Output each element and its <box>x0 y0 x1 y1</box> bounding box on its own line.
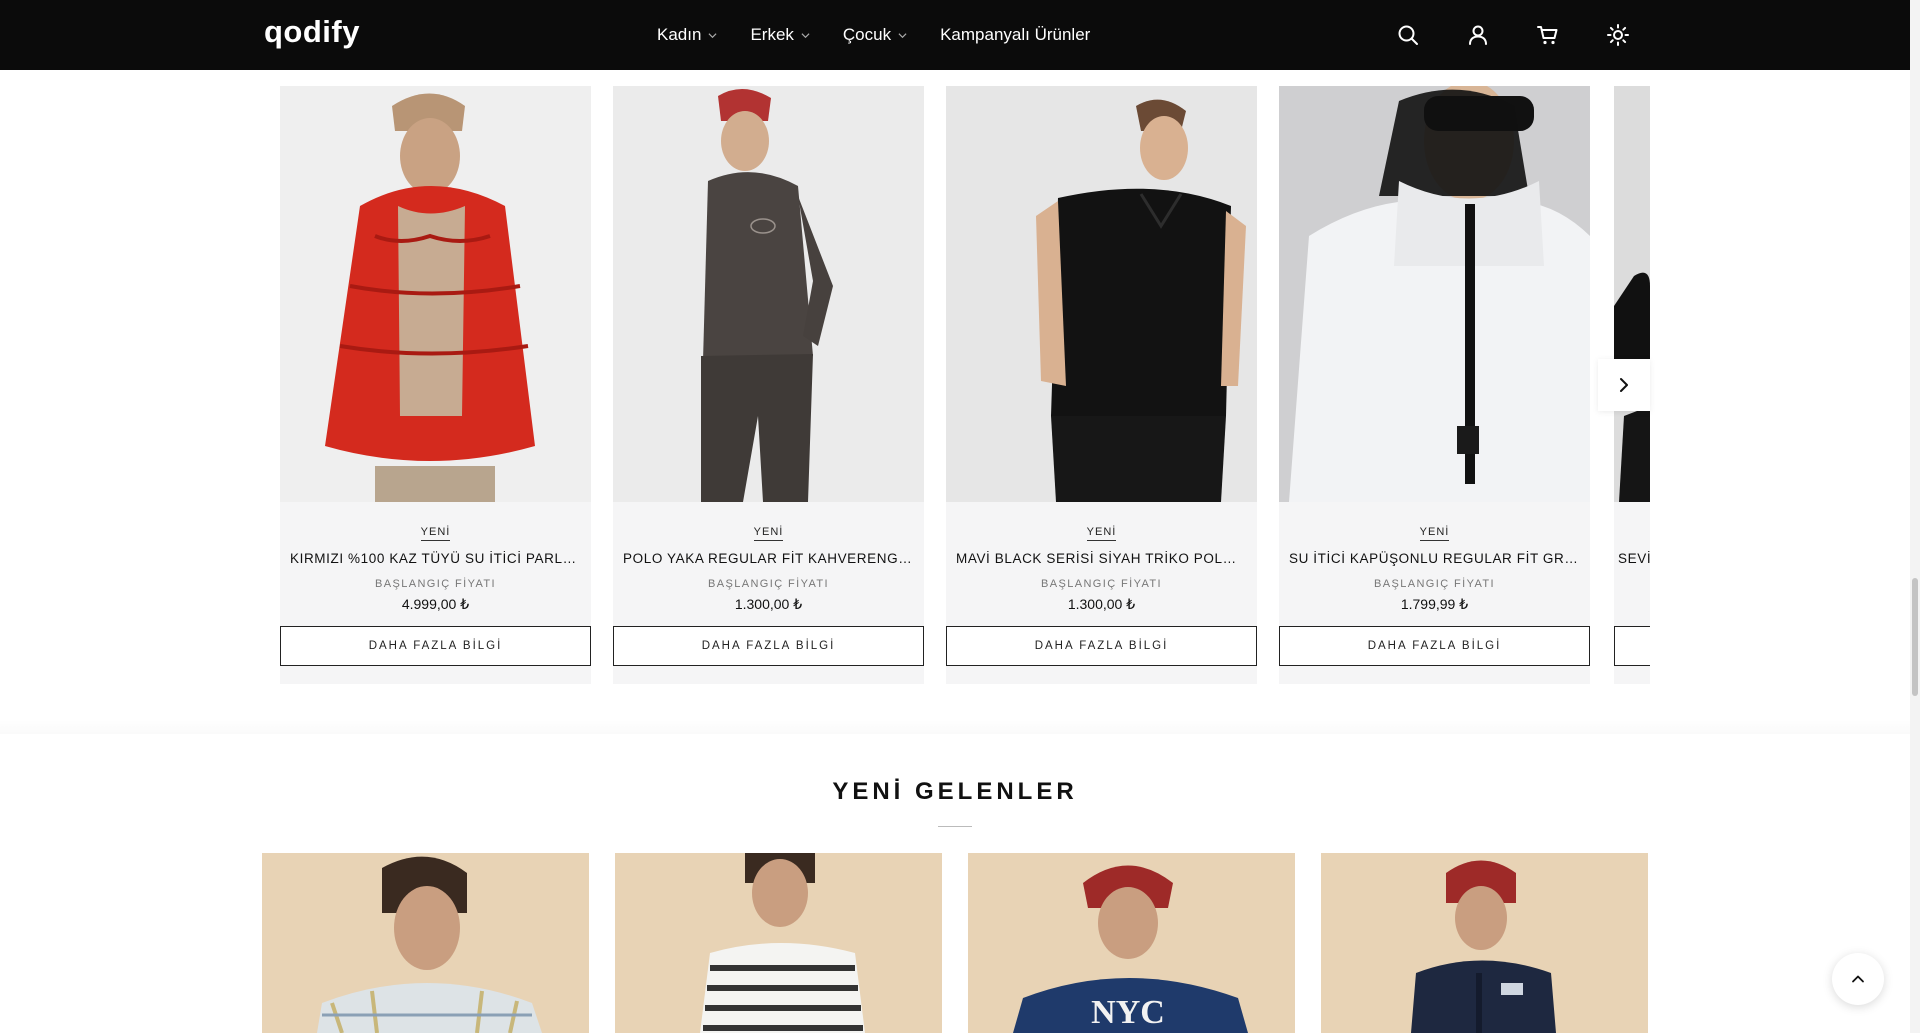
more-info-button[interactable]: DAHA FAZLA BİLGİ <box>946 626 1257 666</box>
new-arrivals-grid: NYC <box>262 853 1650 1033</box>
product-badge: YENİ <box>280 526 591 541</box>
product-price: 1.300,00 ₺ <box>734 596 803 612</box>
product-card[interactable]: YENİ MAVİ BLACK SERİSİ SİYAH TRİKO POLO … <box>946 86 1257 684</box>
carousel-next-button[interactable] <box>1598 359 1650 411</box>
nav-item-erkek[interactable]: Erkek <box>750 25 810 45</box>
arrival-card[interactable] <box>615 853 942 1033</box>
product-price-label: BAŞLANGIÇ FİYATI <box>374 578 496 590</box>
nav-item-label: Çocuk <box>842 25 892 44</box>
product-card[interactable]: YENİ POLO YAKA REGULAR FİT KAHVERENGİ ER… <box>613 86 924 684</box>
arrival-card[interactable] <box>1321 853 1648 1033</box>
product-price: 1.300,00 ₺ <box>1067 596 1136 612</box>
product-badge: YENİ <box>1279 526 1590 541</box>
more-info-button[interactable] <box>1614 626 1650 666</box>
product-price: 1.799,99 ₺ <box>1400 596 1469 612</box>
nav-item-kampanyali-urunler[interactable]: Kampanyalı Ürünler <box>940 25 1090 45</box>
chevron-down-icon <box>801 32 810 38</box>
site-header: qodify Kadın Erkek Çocuk Kampanyalı Ürün… <box>0 0 1910 70</box>
product-image[interactable] <box>1614 86 1650 502</box>
more-info-button[interactable]: DAHA FAZLA BİLGİ <box>613 626 924 666</box>
product-name[interactable]: POLO YAKA REGULAR FİT KAHVERENGİ ERK… <box>623 551 914 566</box>
page-scrollbar[interactable] <box>1910 0 1920 1033</box>
product-name[interactable]: KIRMIZI %100 KAZ TÜYÜ SU İTİCİ PARLAK… <box>290 551 581 566</box>
back-to-top-button[interactable] <box>1832 953 1884 1005</box>
scrollbar-thumb[interactable] <box>1912 578 1918 696</box>
section-title: YENİ GELENLER <box>832 778 1078 805</box>
nav-item-label: Erkek <box>750 25 794 44</box>
chevron-down-icon <box>898 32 907 38</box>
product-image[interactable] <box>1279 86 1590 502</box>
product-card[interactable]: YENİ KIRMIZI %100 KAZ TÜYÜ SU İTİCİ PARL… <box>280 86 591 684</box>
more-info-button[interactable]: DAHA FAZLA BİLGİ <box>1279 626 1590 666</box>
section-divider <box>0 720 1910 734</box>
main-nav: Kadın Erkek Çocuk Kampanyalı Ürünler <box>657 0 1090 70</box>
header-actions <box>1392 0 1634 70</box>
svg-text:NYC: NYC <box>1091 994 1165 1031</box>
product-badge: YENİ <box>613 526 924 541</box>
chevron-up-icon <box>1852 975 1864 983</box>
search-icon[interactable] <box>1392 19 1424 51</box>
product-name[interactable]: MAVİ BLACK SERİSİ SİYAH TRİKO POLO YAK… <box>956 551 1247 566</box>
product-image[interactable] <box>280 86 591 502</box>
product-name[interactable]: SU İTİCİ KAPÜŞONLU REGULAR FİT GRİ ŞİŞM… <box>1289 551 1580 566</box>
product-name[interactable]: SEVİ <box>1618 551 1650 566</box>
more-info-button[interactable]: DAHA FAZLA BİLGİ <box>280 626 591 666</box>
nav-item-cocuk[interactable]: Çocuk <box>843 25 907 45</box>
chevron-down-icon <box>708 32 717 38</box>
product-price-label: BAŞLANGIÇ FİYATI <box>1373 578 1495 590</box>
product-price-label: BAŞLANGIÇ FİYATI <box>707 578 829 590</box>
arrival-card[interactable]: NYC <box>968 853 1295 1033</box>
product-price: 4.999,00 ₺ <box>401 596 470 612</box>
title-underline <box>938 826 972 827</box>
nav-item-label: Kadın <box>657 25 702 44</box>
brand-logo[interactable]: qodify <box>264 14 360 50</box>
cart-icon[interactable] <box>1532 19 1564 51</box>
product-card[interactable]: YENİ SU İTİCİ KAPÜŞONLU REGULAR FİT GRİ … <box>1279 86 1590 684</box>
product-image[interactable] <box>613 86 924 502</box>
product-carousel: YENİ KIRMIZI %100 KAZ TÜYÜ SU İTİCİ PARL… <box>280 86 1650 684</box>
product-price-label: BAŞLANGIÇ FİYATI <box>1040 578 1162 590</box>
product-badge: YENİ <box>946 526 1257 541</box>
chevron-right-icon <box>1620 378 1628 392</box>
arrival-card[interactable] <box>262 853 589 1033</box>
product-image[interactable] <box>946 86 1257 502</box>
nav-item-kadin[interactable]: Kadın <box>657 25 717 45</box>
user-icon[interactable] <box>1462 19 1494 51</box>
nav-item-label: Kampanyalı Ürünler <box>940 25 1091 44</box>
theme-toggle-icon[interactable] <box>1602 19 1634 51</box>
